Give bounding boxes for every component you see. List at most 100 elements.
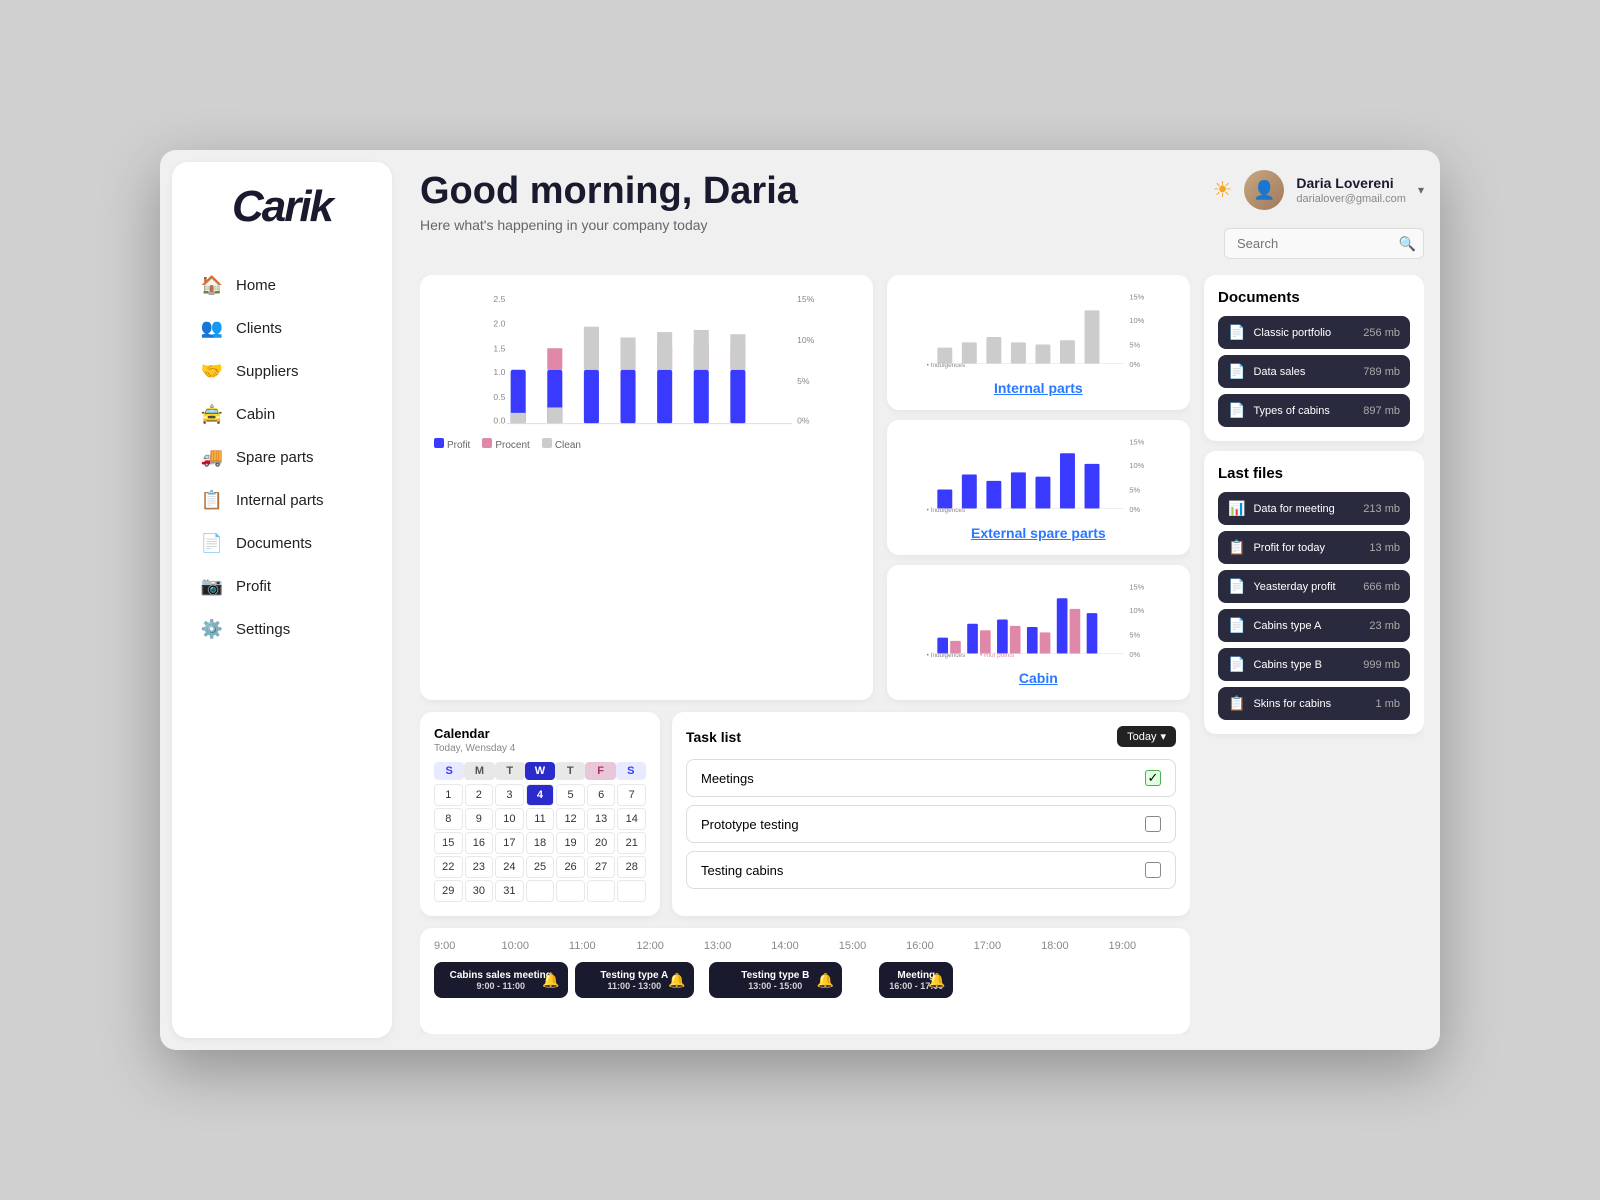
timeline-hour-17:00: 17:00 — [974, 940, 1041, 952]
user-area: ☀ 👤 Daria Lovereni darialover@gmail.com … — [1213, 170, 1424, 210]
doc-size-0: 256 mb — [1363, 327, 1400, 339]
cabin-chart: 15% 10% 5% 0% — [887, 565, 1190, 700]
cal-day-22[interactable]: 22 — [434, 856, 463, 878]
svg-text:• Indulgences: • Indulgences — [926, 362, 964, 369]
sidebar-item-profit[interactable]: 📷Profit — [188, 565, 376, 608]
doc-item-1[interactable]: 📄 Data sales 789 mb — [1218, 355, 1410, 388]
cal-day-23[interactable]: 23 — [465, 856, 494, 878]
cal-day-20[interactable]: 20 — [587, 832, 616, 854]
cal-day-30[interactable]: 30 — [465, 880, 494, 902]
search-icon[interactable]: 🔍 — [1399, 235, 1416, 252]
doc-name-2: Types of cabins — [1253, 405, 1329, 417]
internal-parts-svg: 15% 10% 5% 0% • I — [901, 289, 1176, 369]
file-size-3: 23 mb — [1369, 620, 1400, 632]
sidebar-item-cabin[interactable]: 🚖Cabin — [188, 393, 376, 436]
right-sidebar: Documents 📄 Classic portfolio 256 mb 📄 D… — [1204, 275, 1424, 1034]
cal-day-8[interactable]: 8 — [434, 808, 463, 830]
sidebar-item-internal-parts[interactable]: 📋Internal parts — [188, 479, 376, 522]
task-label-1: Prototype testing — [701, 817, 799, 832]
cal-day-31[interactable]: 31 — [495, 880, 524, 902]
cal-day-10[interactable]: 10 — [495, 808, 524, 830]
svg-text:0%: 0% — [1129, 360, 1140, 369]
file-icon-1: 📋 — [1228, 539, 1245, 556]
file-left-2: 📄 Yeasterday profit — [1228, 578, 1336, 595]
file-size-5: 1 mb — [1376, 698, 1400, 710]
cal-day-5[interactable]: 5 — [556, 784, 585, 806]
sidebar-item-spare-parts[interactable]: 🚚 Spare parts — [188, 436, 376, 479]
cal-day-27[interactable]: 27 — [587, 856, 616, 878]
sidebar-label-clients: Clients — [236, 320, 282, 337]
mid-row: Calendar Today, Wensday 4 S M T W T F S … — [420, 712, 1190, 916]
doc-size-2: 897 mb — [1363, 405, 1400, 417]
app-window: Carik 🏠Home👥Clients🤝Suppliers🚖Cabin🚚Spar… — [160, 150, 1440, 1050]
cal-day-21[interactable]: 21 — [617, 832, 646, 854]
file-left-5: 📋 Skins for cabins — [1228, 695, 1331, 712]
cal-day-6[interactable]: 6 — [587, 784, 616, 806]
sidebar-label-spare-parts: Spare parts — [236, 449, 314, 466]
cal-day-26[interactable]: 26 — [556, 856, 585, 878]
search-input[interactable] — [1224, 228, 1424, 259]
svg-text:0%: 0% — [1129, 505, 1140, 514]
cal-day-9[interactable]: 9 — [465, 808, 494, 830]
file-icon-5: 📋 — [1228, 695, 1245, 712]
timeline-event-0[interactable]: Cabins sales meeting 9:00 - 11:00 🔔 — [434, 962, 568, 998]
cal-day-19[interactable]: 19 — [556, 832, 585, 854]
cal-day-3[interactable]: 3 — [495, 784, 524, 806]
cal-day-25[interactable]: 25 — [526, 856, 555, 878]
file-item-4[interactable]: 📄 Cabins type B 999 mb — [1218, 648, 1410, 681]
today-button[interactable]: Today ▾ — [1117, 726, 1176, 747]
sidebar-item-suppliers[interactable]: 🤝Suppliers — [188, 350, 376, 393]
chevron-down-icon[interactable]: ▾ — [1418, 183, 1424, 197]
svg-text:10%: 10% — [1129, 606, 1144, 615]
file-item-2[interactable]: 📄 Yeasterday profit 666 mb — [1218, 570, 1410, 603]
doc-item-2[interactable]: 📄 Types of cabins 897 mb — [1218, 394, 1410, 427]
cal-day-13[interactable]: 13 — [587, 808, 616, 830]
cal-day-18[interactable]: 18 — [526, 832, 555, 854]
timeline-event-3[interactable]: Meeting 16:00 - 17:00 🔔 — [879, 962, 953, 998]
svg-text:10%: 10% — [1129, 316, 1144, 325]
calendar-grid: 1234567891011121314151617181920212223242… — [434, 784, 646, 902]
sidebar-item-clients[interactable]: 👥Clients — [188, 307, 376, 350]
cal-day-1[interactable]: 1 — [434, 784, 463, 806]
cal-day-17[interactable]: 17 — [495, 832, 524, 854]
cal-day-11[interactable]: 11 — [526, 808, 555, 830]
center-col: 2.5 2.0 1.5 1.0 0.5 0.0 15% 10% 5% 0% — [420, 275, 1190, 1034]
timeline-event-2[interactable]: Testing type B 13:00 - 15:00 🔔 — [709, 962, 843, 998]
file-item-0[interactable]: 📊 Data for meeting 213 mb — [1218, 492, 1410, 525]
main-chart: 2.5 2.0 1.5 1.0 0.5 0.0 15% 10% 5% 0% — [420, 275, 873, 700]
search-bar: 🔍 — [1224, 228, 1424, 259]
sidebar-item-documents[interactable]: 📄Documents — [188, 522, 376, 565]
task-checkbox-1[interactable] — [1145, 816, 1161, 832]
sidebar-label-profit: Profit — [236, 578, 271, 595]
legend-profit: Profit — [434, 438, 470, 451]
cal-day-28[interactable]: 28 — [617, 856, 646, 878]
svg-text:5%: 5% — [1129, 341, 1140, 350]
svg-text:• Indulgences: • Indulgences — [926, 652, 964, 659]
task-checkbox-2[interactable] — [1145, 862, 1161, 878]
cal-day-29[interactable]: 29 — [434, 880, 463, 902]
task-checkbox-0[interactable]: ✓ — [1145, 770, 1161, 786]
cal-day-4[interactable]: 4 — [526, 784, 555, 806]
doc-item-0[interactable]: 📄 Classic portfolio 256 mb — [1218, 316, 1410, 349]
file-item-3[interactable]: 📄 Cabins type A 23 mb — [1218, 609, 1410, 642]
sidebar-item-home[interactable]: 🏠Home — [188, 264, 376, 307]
spare-parts-icon: 🚚 — [200, 447, 224, 468]
event-time-0: 9:00 - 11:00 — [477, 981, 526, 991]
cal-day-16[interactable]: 16 — [465, 832, 494, 854]
sidebar-item-settings[interactable]: ⚙️Settings — [188, 608, 376, 651]
cal-empty — [556, 880, 585, 902]
day-mon: M — [464, 762, 494, 780]
task-item-1: Prototype testing — [686, 805, 1176, 843]
cal-day-7[interactable]: 7 — [617, 784, 646, 806]
cal-day-15[interactable]: 15 — [434, 832, 463, 854]
cal-day-2[interactable]: 2 — [465, 784, 494, 806]
cal-day-14[interactable]: 14 — [617, 808, 646, 830]
timeline-event-1[interactable]: Testing type A 11:00 - 13:00 🔔 — [575, 962, 694, 998]
docs-container: 📄 Classic portfolio 256 mb 📄 Data sales … — [1218, 316, 1410, 427]
file-icon-0: 📊 — [1228, 500, 1245, 517]
file-item-1[interactable]: 📋 Profit for today 13 mb — [1218, 531, 1410, 564]
cal-day-24[interactable]: 24 — [495, 856, 524, 878]
file-item-5[interactable]: 📋 Skins for cabins 1 mb — [1218, 687, 1410, 720]
timeline-hour-12:00: 12:00 — [636, 940, 703, 952]
cal-day-12[interactable]: 12 — [556, 808, 585, 830]
